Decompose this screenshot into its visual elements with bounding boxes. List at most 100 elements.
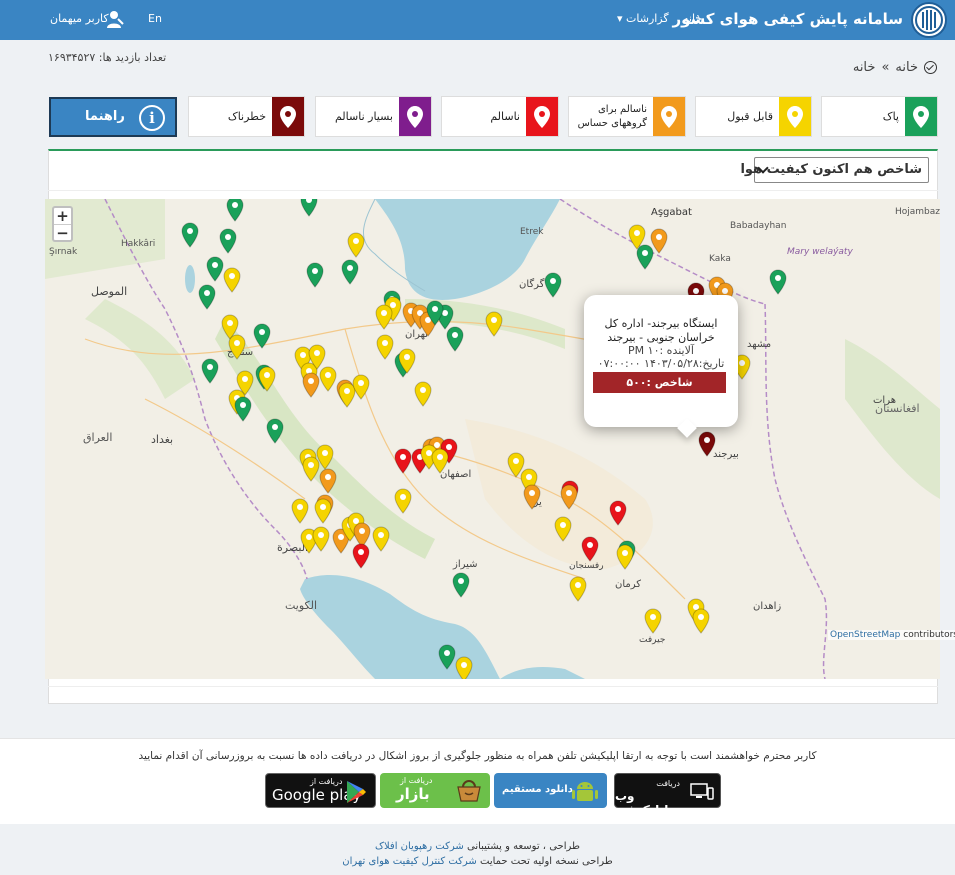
station-marker[interactable]	[253, 323, 271, 349]
station-marker[interactable]	[446, 326, 464, 352]
map-label: Hakkâri	[121, 239, 156, 249]
station-marker[interactable]	[692, 608, 710, 634]
station-marker[interactable]	[300, 199, 318, 217]
station-marker[interactable]	[372, 526, 390, 552]
sponsor-link[interactable]: شرکت کنترل کیفیت هوای تهران	[342, 856, 477, 867]
zoom-in-button[interactable]: +	[54, 208, 71, 224]
google-play-button[interactable]: دریافت از Google play	[265, 773, 376, 808]
site-title[interactable]: سامانه پایش کیفی هوای کشور	[672, 10, 903, 28]
legend-label: خطرناک	[227, 109, 266, 123]
station-marker[interactable]	[414, 381, 432, 407]
brand-logo-icon[interactable]	[911, 2, 947, 38]
legend-item-very-unhealthy: بسیار ناسالم	[315, 96, 432, 137]
app-update-notice: کاربر محترم خواهشمند است با توجه به ارتق…	[138, 750, 817, 762]
gplay-small-label: دریافت از	[310, 777, 343, 786]
station-marker[interactable]	[455, 656, 473, 679]
nav-home-link[interactable]: خانه	[683, 12, 702, 25]
station-marker[interactable]	[319, 468, 337, 494]
station-marker[interactable]	[198, 284, 216, 310]
openstreetmap-link[interactable]: OpenStreetMap	[830, 630, 900, 640]
zoom-control: + −	[52, 206, 73, 242]
station-marker[interactable]	[258, 366, 276, 392]
map-canvas	[45, 199, 940, 679]
station-marker[interactable]	[554, 516, 572, 542]
breadcrumb-home[interactable]: خانه	[895, 60, 918, 75]
station-marker[interactable]	[569, 576, 587, 602]
bazaar-button[interactable]: دریافت از بازار	[380, 773, 490, 808]
map-label: بیرجند	[713, 449, 739, 460]
station-marker[interactable]	[341, 259, 359, 285]
station-marker[interactable]	[314, 498, 332, 524]
station-marker[interactable]	[306, 262, 324, 288]
legend-label: ناسالم برای گروههای حساس	[577, 103, 647, 129]
popup-date: تاریخ:۱۴۰۳/۰۵/۲۸ ۰۷:۰۰:۰۰	[597, 357, 725, 370]
bazaar-small-label: دریافت از	[400, 776, 433, 785]
station-marker[interactable]	[206, 256, 224, 282]
station-marker[interactable]	[394, 448, 412, 474]
nav-reports-dropdown[interactable]: گزارشات ▾	[617, 12, 669, 25]
map-label: الموصل	[91, 285, 128, 298]
breadcrumb-separator: »	[881, 60, 890, 75]
station-marker[interactable]	[228, 334, 246, 360]
credits-line: طراحی ، توسعه و پشتیبانی شرکت رهپویان اف…	[0, 841, 955, 852]
station-marker[interactable]	[266, 418, 284, 444]
help-button[interactable]: i راهنما	[49, 97, 177, 137]
station-marker[interactable]	[312, 526, 330, 552]
station-marker[interactable]	[544, 272, 562, 298]
station-marker[interactable]	[376, 334, 394, 360]
station-marker[interactable]	[223, 267, 241, 293]
station-marker[interactable]	[426, 300, 444, 326]
station-marker[interactable]	[219, 228, 237, 254]
direct-download-button[interactable]: دانلود مستقیم	[494, 773, 607, 808]
station-marker[interactable]	[226, 199, 244, 222]
map-label: جیرفت	[639, 635, 666, 645]
map-label: افغانستان	[875, 402, 920, 415]
station-marker[interactable]	[291, 498, 309, 524]
user-menu-link[interactable]: کاربر میهمان	[50, 12, 109, 25]
web-big-label: وب اپلیکیشن	[615, 789, 669, 817]
station-marker[interactable]	[201, 358, 219, 384]
station-marker[interactable]	[352, 374, 370, 400]
station-marker[interactable]	[452, 572, 470, 598]
station-marker[interactable]	[319, 366, 337, 392]
station-marker[interactable]	[302, 372, 320, 398]
station-marker[interactable]	[523, 484, 541, 510]
station-marker[interactable]	[431, 448, 449, 474]
station-marker[interactable]	[398, 348, 416, 374]
station-marker[interactable]	[636, 244, 654, 270]
index-type-select[interactable]: شاخص هم اکنون کیفیت هوا	[740, 157, 929, 183]
station-marker[interactable]	[560, 484, 578, 510]
station-marker[interactable]	[234, 396, 252, 422]
attribution-text: contributors ©	[903, 630, 955, 640]
map-label: گرگان	[519, 279, 545, 290]
language-switch-link[interactable]: En	[148, 12, 162, 25]
map-pin-icon	[905, 97, 937, 136]
map-label: زاهدان	[753, 601, 782, 612]
station-marker[interactable]	[616, 544, 634, 570]
station-marker[interactable]	[609, 500, 627, 526]
popup-index-badge: شاخص :۵۰۰	[593, 372, 726, 393]
top-navbar: سامانه پایش کیفی هوای کشور خانه گزارشات …	[0, 0, 955, 40]
air-quality-map[interactable]: Aşgabat Babadayhan Mary welaýaty Hojamba…	[45, 199, 940, 679]
station-marker[interactable]	[375, 304, 393, 330]
station-marker[interactable]	[181, 222, 199, 248]
legend-label: ناسالم	[490, 109, 520, 123]
legend-item-sensitive: ناسالم برای گروههای حساس	[568, 96, 686, 137]
map-label: Babadayhan	[730, 221, 787, 231]
station-marker[interactable]	[347, 232, 365, 258]
station-marker[interactable]	[302, 456, 320, 482]
station-marker[interactable]	[485, 311, 503, 337]
station-marker[interactable]	[769, 269, 787, 295]
station-marker[interactable]	[394, 488, 412, 514]
station-marker[interactable]	[581, 536, 599, 562]
web-app-button[interactable]: دریافت وب اپلیکیشن	[614, 773, 721, 817]
breadcrumb: خانه » خانه	[853, 60, 937, 75]
station-marker[interactable]	[438, 644, 456, 670]
station-marker[interactable]	[644, 608, 662, 634]
developer-link[interactable]: شرکت رهپویان افلاک	[375, 841, 464, 852]
legend-item-hazardous: خطرناک	[188, 96, 305, 137]
map-label: Mary welaýaty	[787, 247, 853, 257]
zoom-out-button[interactable]: −	[54, 224, 71, 241]
station-marker[interactable]	[698, 431, 716, 457]
station-marker[interactable]	[352, 543, 370, 569]
